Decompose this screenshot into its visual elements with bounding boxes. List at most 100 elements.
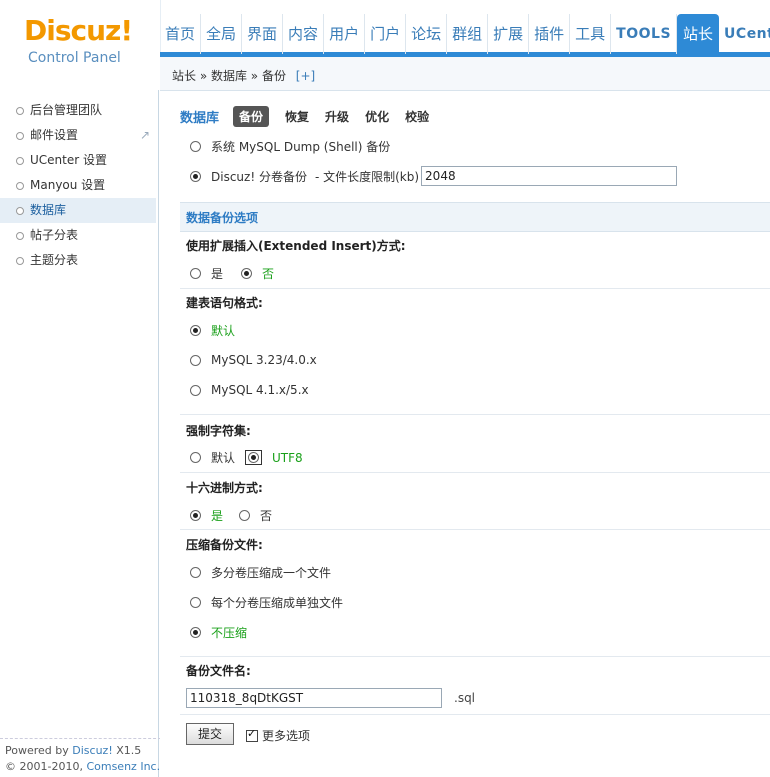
radio-syntax-mysql323[interactable] — [190, 354, 201, 366]
copyright-text: © 2001-2010, — [5, 760, 87, 773]
sidebar-item-label: 邮件设置 — [30, 128, 79, 142]
sidebar-item-admin-team[interactable]: 后台管理团队 — [0, 98, 156, 123]
external-link-icon[interactable]: ↗ — [140, 123, 150, 148]
divider — [180, 529, 770, 530]
create-syntax-41-row: MySQL 4.1.x/5.x — [190, 383, 309, 397]
nav-item-plugin[interactable]: 插件 — [529, 14, 571, 54]
nav-item-tools-en[interactable]: TOOLS — [611, 14, 678, 54]
discuz-backup-label: Discuz! 分卷备份 — [211, 169, 307, 184]
sidebar-item-mail[interactable]: 邮件设置 ↗ — [0, 123, 156, 148]
radio-syntax-mysql41[interactable] — [190, 384, 201, 396]
powered-by-text: Powered by — [5, 744, 73, 757]
radio-charset-utf8-focus[interactable] — [245, 450, 263, 465]
more-options-checkbox[interactable] — [246, 727, 258, 742]
create-syntax-default-row: 默认 — [190, 322, 235, 339]
backup-type-discuz-row: Discuz! 分卷备份 - 文件长度限制(kb) — [190, 166, 678, 186]
breadcrumb: 站长 » 数据库 » 备份 [+] — [172, 67, 315, 84]
add-shortcut-link[interactable]: [+] — [296, 69, 315, 83]
nav-item-ucenter[interactable]: UCenter — [719, 14, 770, 54]
syntax-mysql323-label: MySQL 3.23/4.0.x — [211, 353, 317, 367]
nav-item-home[interactable]: 首页 — [160, 14, 202, 54]
radio-extended-no[interactable] — [241, 268, 253, 279]
hex-options: 是 否 — [190, 507, 272, 524]
charset-label: 强制字符集: — [186, 424, 251, 438]
hex-yes-label: 是 — [211, 509, 224, 523]
nav-item-forum[interactable]: 论坛 — [406, 14, 448, 54]
nav-item-tools[interactable]: 工具 — [570, 14, 612, 54]
hex-label: 十六进制方式: — [186, 481, 263, 495]
divider — [180, 656, 770, 657]
radio-compress-none[interactable] — [190, 627, 201, 638]
sidebar-menu: 后台管理团队 邮件设置 ↗ UCenter 设置 Manyou 设置 数据库 帖… — [0, 98, 156, 273]
divider — [180, 472, 770, 473]
shell-backup-label: 系统 MySQL Dump (Shell) 备份 — [211, 140, 391, 154]
nav-item-style[interactable]: 界面 — [242, 14, 284, 54]
radio-syntax-default[interactable] — [190, 325, 201, 336]
more-options-toggle[interactable]: 更多选项 — [246, 727, 310, 744]
db-tabs: 数据库 备份 恢复 升级 优化 校验 — [180, 105, 445, 127]
nav-item-group[interactable]: 群组 — [447, 14, 489, 54]
sidebar-item-thread-split[interactable]: 主题分表 — [0, 248, 156, 273]
tab-backup[interactable]: 备份 — [233, 105, 270, 127]
compress-none-label: 不压缩 — [211, 626, 248, 640]
compress-each-label: 每个分卷压缩成单独文件 — [211, 596, 344, 610]
breadcrumb-text: 站长 » 数据库 » 备份 — [172, 69, 286, 83]
divider — [180, 414, 770, 415]
hex-no-label: 否 — [260, 509, 273, 523]
nav-item-content[interactable]: 内容 — [283, 14, 325, 54]
size-limit-input[interactable] — [421, 166, 678, 186]
nav-item-user[interactable]: 用户 — [324, 14, 366, 54]
nav-item-portal[interactable]: 门户 — [365, 14, 407, 54]
tab-restore[interactable]: 恢复 — [285, 108, 309, 125]
sidebar-item-ucenter[interactable]: UCenter 设置 — [0, 148, 156, 173]
breadcrumb-bar: 站长 » 数据库 » 备份 [+] — [160, 57, 770, 91]
nav-item-extended[interactable]: 扩展 — [488, 14, 530, 54]
version-text: X1.5 — [112, 744, 142, 757]
backup-type-shell-row: 系统 MySQL Dump (Shell) 备份 — [190, 138, 390, 155]
tab-optimize[interactable]: 优化 — [365, 108, 389, 125]
main-content: 数据库 备份 恢复 升级 优化 校验 系统 MySQL Dump (Shell)… — [160, 91, 770, 777]
logo-subtitle: Control Panel — [28, 50, 121, 66]
extended-insert-label: 使用扩展插入(Extended Insert)方式: — [186, 239, 406, 253]
compress-multi-label: 多分卷压缩成一个文件 — [211, 566, 332, 580]
radio-compress-multi[interactable] — [190, 567, 201, 578]
extended-insert-options: 是 否 — [190, 265, 274, 282]
nav-item-founder[interactable]: 站长 — [677, 14, 720, 54]
compress-each-row: 每个分卷压缩成单独文件 — [190, 594, 343, 611]
submit-button[interactable]: 提交 — [186, 723, 234, 745]
more-options-label: 更多选项 — [262, 729, 311, 743]
tab-check[interactable]: 校验 — [405, 108, 429, 125]
charset-default-label: 默认 — [211, 451, 236, 465]
charset-utf8-label: UTF8 — [272, 450, 303, 465]
tab-upgrade[interactable]: 升级 — [325, 108, 349, 125]
nav-item-global[interactable]: 全局 — [201, 14, 243, 54]
radio-shell-backup[interactable] — [190, 141, 201, 152]
logo-area: Discuz! Control Panel — [0, 0, 161, 90]
radio-charset-utf8[interactable] — [248, 452, 260, 463]
top-nav: 首页 全局 界面 内容 用户 门户 论坛 群组 扩展 插件 工具 TOOLS 站… — [160, 14, 770, 54]
powered-brand-link[interactable]: Discuz! — [72, 744, 112, 757]
compress-none-row: 不压缩 — [190, 624, 247, 641]
filename-row: .sql — [186, 688, 475, 708]
create-syntax-323-row: MySQL 3.23/4.0.x — [190, 353, 317, 367]
sidebar-item-post-split[interactable]: 帖子分表 — [0, 223, 156, 248]
filename-ext: .sql — [454, 691, 476, 705]
options-title: 数据备份选项 — [186, 211, 259, 225]
section-title: 数据库 — [180, 110, 220, 126]
logo[interactable]: Discuz! — [24, 14, 133, 47]
compress-multi-row: 多分卷压缩成一个文件 — [190, 564, 331, 581]
options-band: 数据备份选项 — [180, 202, 770, 232]
radio-charset-default[interactable] — [190, 452, 201, 463]
radio-hex-no[interactable] — [239, 510, 251, 521]
filename-input[interactable] — [186, 688, 442, 708]
radio-compress-each[interactable] — [190, 597, 201, 608]
radio-hex-yes[interactable] — [190, 510, 201, 521]
divider — [180, 714, 770, 715]
sidebar-item-manyou[interactable]: Manyou 设置 — [0, 173, 156, 198]
sidebar-item-database[interactable]: 数据库 — [0, 198, 156, 223]
company-link[interactable]: Comsenz Inc. — [86, 760, 160, 773]
sidebar-footer: Powered by Discuz! X1.5 © 2001-2010, Com… — [0, 738, 161, 775]
radio-discuz-backup[interactable] — [190, 170, 201, 182]
charset-options: 默认 UTF8 — [190, 449, 303, 466]
radio-extended-yes[interactable] — [190, 268, 201, 279]
